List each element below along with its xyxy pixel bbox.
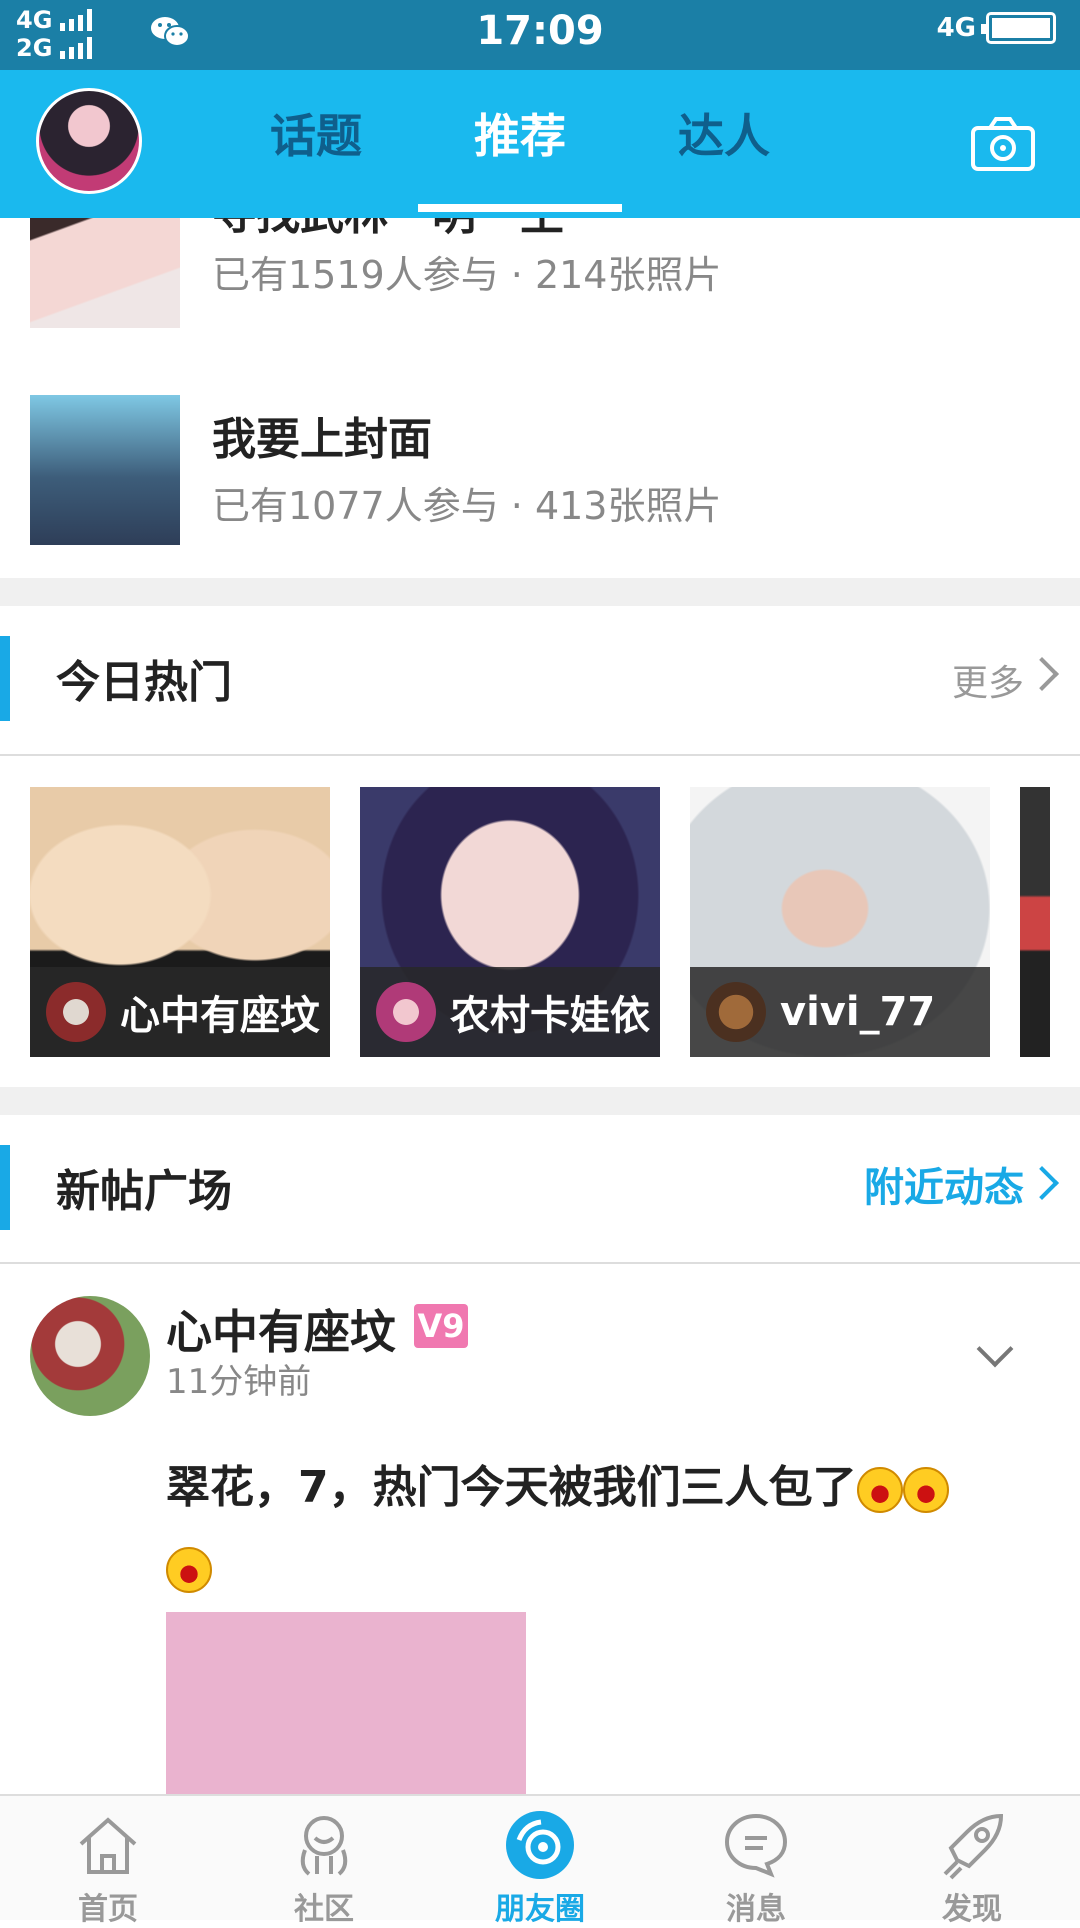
discover-icon xyxy=(943,1813,1004,1880)
tab-home[interactable]: 首页 xyxy=(0,1796,216,1927)
post-avatar[interactable] xyxy=(30,1296,150,1416)
laugh-emoji-icon xyxy=(856,1467,903,1513)
tab-label: 消息 xyxy=(726,1892,786,1927)
tab-moments[interactable]: 朋友圈 xyxy=(432,1796,648,1927)
camera-icon[interactable] xyxy=(970,116,1036,172)
tab-discover[interactable]: 发现 xyxy=(864,1796,1080,1927)
topic-meta: 已有1077人参与 · 413张照片 xyxy=(212,484,722,528)
status-right: 4G xyxy=(937,12,1056,44)
hot-card-username: vivi_77 xyxy=(780,989,936,1035)
hot-card-username: 心中有座坟 xyxy=(120,993,320,1039)
hot-card-caption: 农村卡娃依 xyxy=(360,967,660,1057)
hot-section-title: 今日热门 xyxy=(56,657,232,708)
message-icon xyxy=(724,1813,788,1878)
home-icon xyxy=(79,1817,137,1874)
hot-card-image xyxy=(1020,787,1050,1057)
post-username[interactable]: 心中有座坟 xyxy=(166,1296,396,1362)
status-bar: 4G 2G 17:09 4G xyxy=(0,0,1080,70)
avatar xyxy=(376,982,436,1042)
topic-thumbnail xyxy=(30,395,180,545)
topic-list: 寻找武林一明一主 已有1519人参与 · 214张照片 我要上封面 已有1077… xyxy=(0,218,1080,578)
section-accent-bar xyxy=(0,1145,10,1230)
topic-item[interactable]: 我要上封面 已有1077人参与 · 413张照片 xyxy=(0,395,1080,545)
divider xyxy=(0,754,1080,756)
network-label-right: 4G xyxy=(936,13,976,43)
tab-label: 发现 xyxy=(942,1892,1002,1927)
top-tabs: 话题 推荐 达人 xyxy=(270,100,770,212)
moments-icon xyxy=(506,1811,574,1879)
section-accent-bar xyxy=(0,636,10,721)
bottom-tabbar: 首页 社区 朋友圈 消息 发现 xyxy=(0,1794,1080,1927)
section-gap xyxy=(0,578,1080,606)
new-section-header: 新帖广场 附近动态 xyxy=(0,1115,1080,1260)
more-link[interactable]: 更多 xyxy=(952,654,1024,706)
hot-card-caption: 心中有座坟 xyxy=(30,967,330,1057)
top-header: 话题 推荐 达人 xyxy=(0,70,1080,218)
laugh-emoji-icon xyxy=(902,1467,949,1513)
tab-community[interactable]: 社区 xyxy=(216,1796,432,1927)
hot-card[interactable]: vivi_77 xyxy=(690,787,990,1057)
tab-messages[interactable]: 消息 xyxy=(648,1796,864,1927)
hot-card-partial[interactable] xyxy=(1020,787,1050,1057)
hot-card[interactable]: 心中有座坟 xyxy=(30,787,330,1057)
tab-recommend[interactable]: 推荐 xyxy=(418,100,622,212)
avatar xyxy=(46,982,106,1042)
topic-meta: 已有1519人参与 · 214张照片 xyxy=(212,253,722,297)
hot-section-header: 今日热门 更多 xyxy=(0,606,1080,751)
chevron-right-icon[interactable] xyxy=(1025,1166,1059,1200)
tab-label: 社区 xyxy=(294,1892,354,1927)
tab-label: 首页 xyxy=(78,1892,138,1927)
chevron-down-icon[interactable] xyxy=(976,1330,1014,1368)
topic-thumbnail xyxy=(30,218,180,328)
community-icon xyxy=(300,1816,348,1876)
vip-badge: V9 xyxy=(414,1304,468,1348)
post-image[interactable] xyxy=(166,1612,526,1794)
user-avatar[interactable] xyxy=(36,88,142,194)
new-section-title: 新帖广场 xyxy=(56,1166,232,1217)
divider xyxy=(0,1262,1080,1264)
section-gap xyxy=(0,1087,1080,1115)
tab-topics[interactable]: 话题 xyxy=(270,100,362,166)
post-text: 翠花，7，热门今天被我们三人包了 xyxy=(166,1462,857,1513)
tab-experts[interactable]: 达人 xyxy=(678,100,770,166)
hot-card-caption: vivi_77 xyxy=(690,967,990,1057)
chevron-right-icon[interactable] xyxy=(1025,657,1059,691)
tab-label: 朋友圈 xyxy=(495,1892,585,1927)
topic-item[interactable]: 寻找武林一明一主 已有1519人参与 · 214张照片 xyxy=(0,218,1080,328)
post-content: 翠花，7，热门今天被我们三人包了 xyxy=(166,1448,1016,1608)
nearby-link[interactable]: 附近动态 xyxy=(864,1155,1024,1213)
post-time: 11分钟前 xyxy=(166,1362,312,1402)
topic-title: 寻找武林一明一主 xyxy=(212,218,564,242)
avatar xyxy=(706,982,766,1042)
hot-card[interactable]: 农村卡娃依 xyxy=(360,787,660,1057)
clock: 17:09 xyxy=(476,8,604,54)
hot-card-username: 农村卡娃依 xyxy=(450,993,650,1039)
topic-title: 我要上封面 xyxy=(212,414,432,465)
laugh-emoji-icon xyxy=(166,1547,212,1593)
battery-icon xyxy=(981,12,1056,44)
